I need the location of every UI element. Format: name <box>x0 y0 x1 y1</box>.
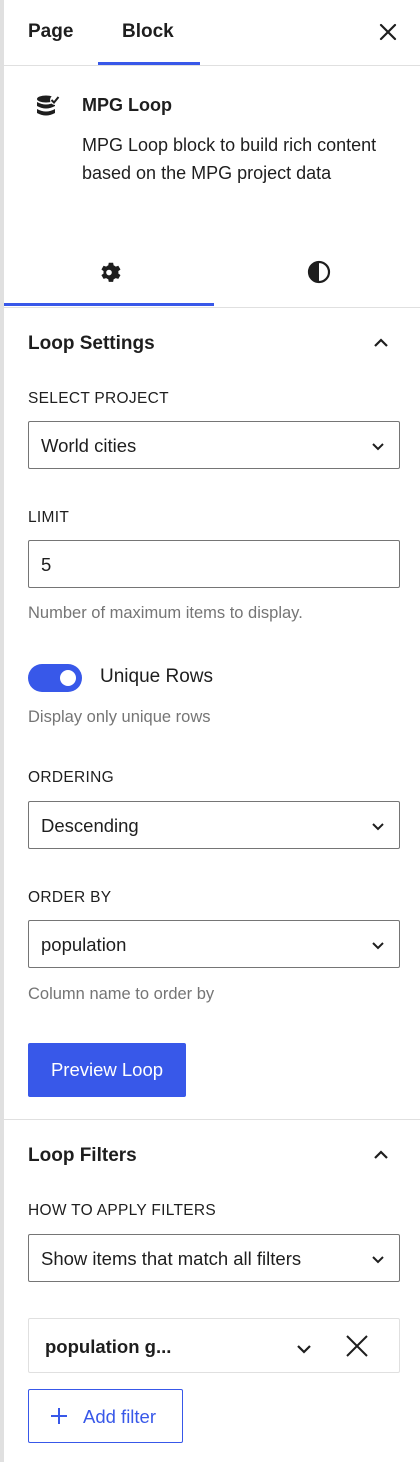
block-inspector-panel: Page Block MPG Loop MPG Loop block to bu… <box>0 0 420 1462</box>
loop-filters-title[interactable]: Loop Filters <box>28 1145 137 1167</box>
limit-value: 5 <box>41 554 52 575</box>
chevron-down-icon <box>369 936 387 954</box>
add-filter-label: Add filter <box>83 1406 157 1427</box>
limit-label: LIMIT <box>28 509 70 526</box>
database-check-icon <box>34 93 62 121</box>
select-project-label: SELECT PROJECT <box>28 390 169 407</box>
order-by-label: ORDER BY <box>28 889 112 906</box>
unique-rows-help: Display only unique rows <box>28 708 211 726</box>
remove-filter-icon[interactable] <box>345 1334 369 1358</box>
chevron-down-icon <box>369 1250 387 1268</box>
filter-item: population g... <box>28 1318 400 1373</box>
ordering-label: ORDERING <box>28 769 114 786</box>
chevron-down-icon <box>369 817 387 835</box>
contrast-icon[interactable] <box>306 259 332 285</box>
unique-rows-toggle[interactable] <box>28 664 82 692</box>
toggle-knob <box>60 670 76 686</box>
order-by-dropdown[interactable]: population <box>28 920 400 968</box>
tab-block[interactable]: Block <box>122 0 174 65</box>
add-filter-button[interactable]: Add filter <box>28 1389 183 1443</box>
chevron-down-icon[interactable] <box>294 1338 314 1358</box>
select-project-value: World cities <box>41 435 137 456</box>
filter-name[interactable]: population g... <box>45 1336 171 1358</box>
sidebar-header-tabs: Page Block <box>4 0 420 66</box>
block-title: MPG Loop <box>82 95 172 115</box>
preview-loop-button[interactable]: Preview Loop <box>28 1043 186 1097</box>
limit-input[interactable]: 5 <box>28 540 400 588</box>
how-to-apply-filters-label: HOW TO APPLY FILTERS <box>28 1202 217 1219</box>
close-icon[interactable] <box>376 20 400 44</box>
plus-icon <box>49 1406 69 1426</box>
gear-icon[interactable] <box>96 259 122 285</box>
chevron-up-icon[interactable] <box>370 332 392 354</box>
active-tab-indicator <box>98 62 200 65</box>
loop-settings-title[interactable]: Loop Settings <box>28 333 155 355</box>
chevron-up-icon[interactable] <box>370 1144 392 1166</box>
ordering-value: Descending <box>41 815 139 836</box>
inspector-tabs <box>4 236 420 308</box>
limit-help: Number of maximum items to display. <box>28 604 303 622</box>
chevron-down-icon <box>369 437 387 455</box>
how-to-apply-filters-value: Show items that match all filters <box>41 1248 302 1269</box>
order-by-help: Column name to order by <box>28 985 215 1003</box>
section-divider <box>4 1119 420 1120</box>
active-inspector-tab-indicator <box>4 303 214 306</box>
tab-page[interactable]: Page <box>28 0 73 65</box>
block-description: MPG Loop block to build rich content bas… <box>82 135 377 183</box>
ordering-dropdown[interactable]: Descending <box>28 801 400 849</box>
select-project-dropdown[interactable]: World cities <box>28 421 400 469</box>
unique-rows-label[interactable]: Unique Rows <box>100 666 213 688</box>
how-to-apply-filters-dropdown[interactable]: Show items that match all filters <box>28 1234 400 1282</box>
order-by-value: population <box>41 934 127 955</box>
